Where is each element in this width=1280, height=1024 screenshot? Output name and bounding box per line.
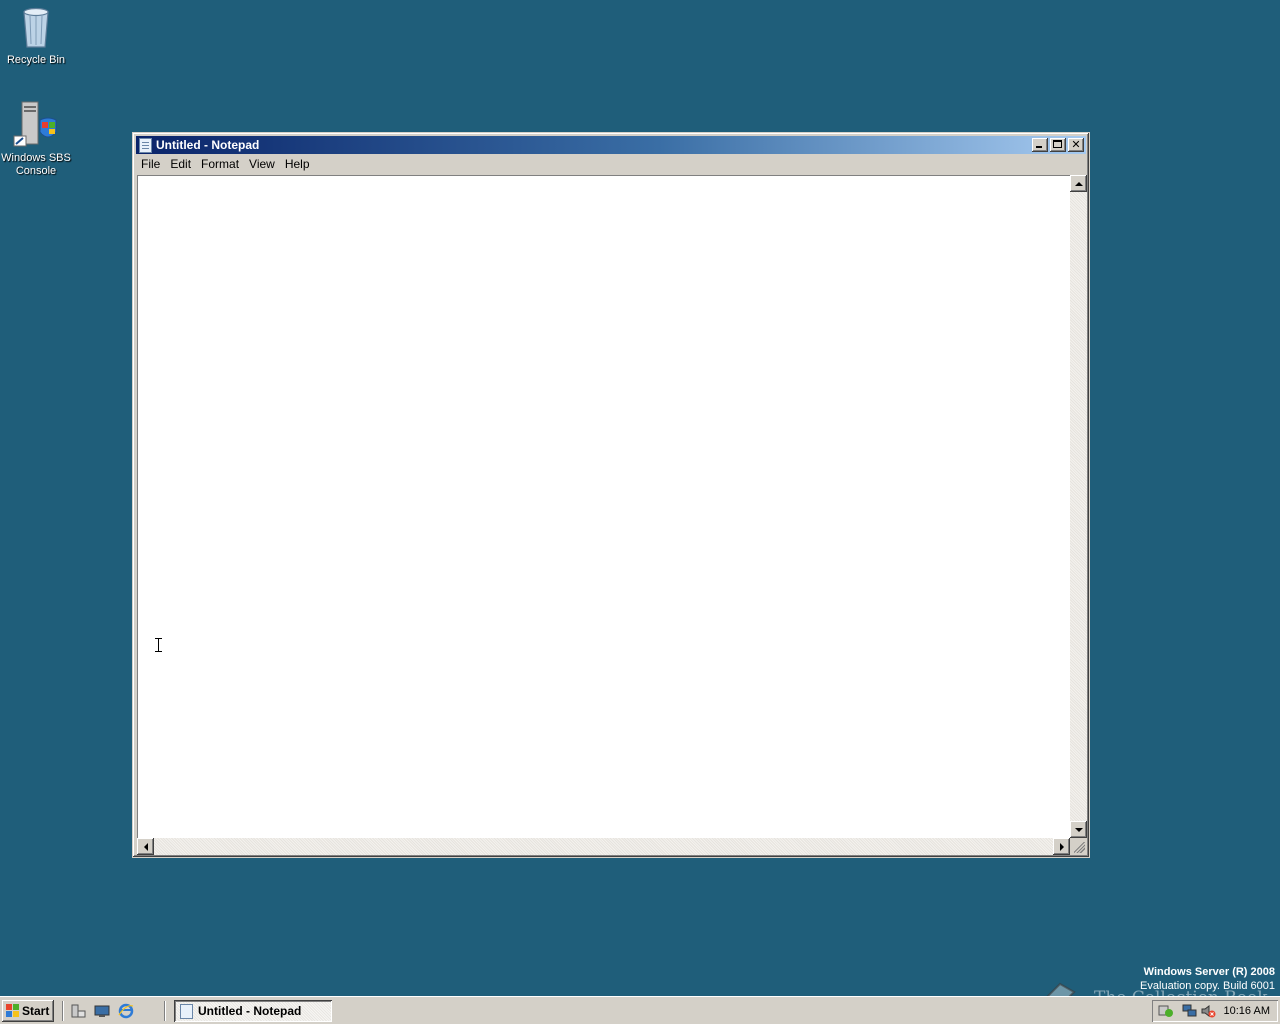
arrow-right-icon xyxy=(1059,842,1064,851)
start-button[interactable]: Start xyxy=(2,1000,54,1022)
maximize-button[interactable] xyxy=(1050,138,1066,152)
volume-muted-icon[interactable] xyxy=(1200,1004,1216,1018)
network-icon[interactable] xyxy=(1182,1004,1198,1018)
minimize-button[interactable] xyxy=(1032,138,1048,152)
clock[interactable]: 10:16 AM xyxy=(1224,1000,1270,1022)
scroll-up-button[interactable] xyxy=(1070,175,1087,192)
scroll-right-button[interactable] xyxy=(1053,838,1070,855)
desktop-icon-sbs-console[interactable]: Windows SBS Console xyxy=(0,100,74,178)
desktop[interactable]: Recycle Bin Windows SBS Console Untitled… xyxy=(0,0,1280,996)
desktop-icon-label: Recycle Bin xyxy=(6,54,66,66)
arrow-down-icon xyxy=(1074,827,1083,832)
notepad-window[interactable]: Untitled - Notepad ✕ File Edit Format Vi… xyxy=(132,132,1090,858)
sbs-console-icon xyxy=(12,100,60,148)
minimize-icon xyxy=(1036,146,1042,148)
taskbar: Start Untitled - Notepad 10:16 AM xyxy=(0,996,1280,1024)
notepad-icon xyxy=(139,138,152,153)
vertical-scrollbar[interactable] xyxy=(1070,175,1087,838)
scroll-left-button[interactable] xyxy=(137,838,154,855)
internet-explorer-icon[interactable] xyxy=(118,1003,134,1019)
close-icon: ✕ xyxy=(1071,139,1081,151)
recycle-bin-icon xyxy=(12,2,60,50)
taskbar-button-label: Untitled - Notepad xyxy=(198,1004,302,1018)
menu-edit[interactable]: Edit xyxy=(165,155,196,174)
menu-help[interactable]: Help xyxy=(280,155,315,174)
show-desktop-icon[interactable] xyxy=(94,1003,110,1019)
taskbar-button-notepad[interactable]: Untitled - Notepad xyxy=(174,1000,332,1022)
text-editor[interactable] xyxy=(137,175,1070,838)
notepad-icon xyxy=(180,1004,193,1019)
server-manager-icon[interactable] xyxy=(70,1003,86,1019)
security-shield-icon[interactable] xyxy=(1158,1004,1174,1018)
window-titlebar[interactable]: Untitled - Notepad ✕ xyxy=(136,136,1086,154)
arrow-up-icon xyxy=(1074,181,1083,186)
start-label: Start xyxy=(22,1004,50,1018)
maximize-icon xyxy=(1053,140,1062,148)
horizontal-scrollbar[interactable] xyxy=(137,838,1070,855)
arrow-left-icon xyxy=(143,842,148,851)
menu-file[interactable]: File xyxy=(136,155,165,174)
taskbar-separator xyxy=(164,1001,166,1021)
scroll-down-button[interactable] xyxy=(1070,821,1087,838)
menu-format[interactable]: Format xyxy=(196,155,244,174)
desktop-icon-recycle-bin[interactable]: Recycle Bin xyxy=(0,2,74,67)
menubar: File Edit Format View Help xyxy=(136,155,1086,174)
windows-logo-icon xyxy=(6,1004,19,1017)
menu-view[interactable]: View xyxy=(244,155,280,174)
desktop-icon-label: Windows SBS Console xyxy=(1,152,71,177)
taskbar-separator xyxy=(62,1001,64,1021)
system-tray: 10:16 AM xyxy=(1152,1000,1278,1022)
close-button[interactable]: ✕ xyxy=(1068,138,1084,152)
resize-grip[interactable] xyxy=(1070,838,1087,855)
window-title: Untitled - Notepad xyxy=(156,138,260,152)
